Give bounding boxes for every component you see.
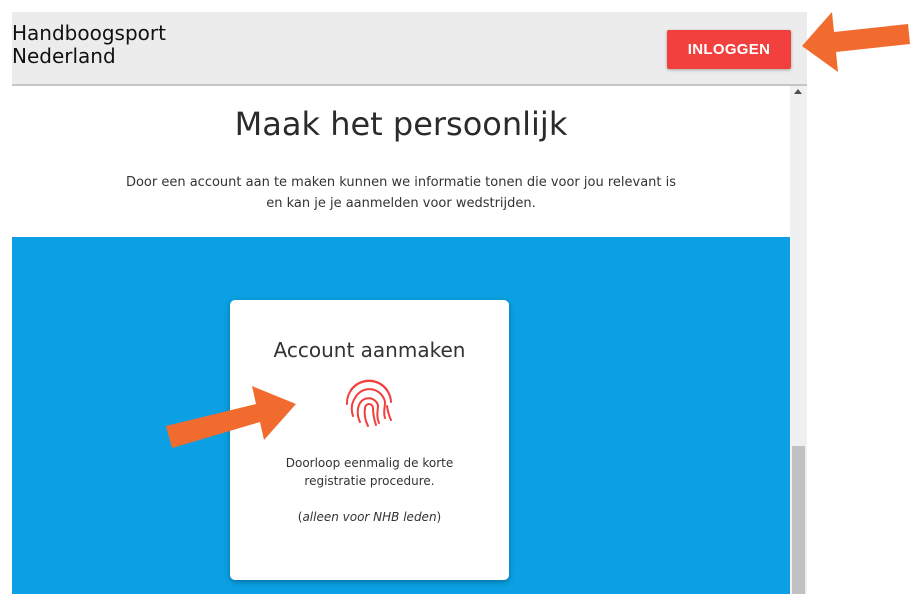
intro-line-2: en kan je je aanmelden voor wedstrijden. <box>266 196 536 211</box>
annotation-arrow-right-icon <box>802 12 910 72</box>
annotation-arrow-card-icon <box>166 386 296 448</box>
brand-line-1: Handboogsport <box>12 21 166 45</box>
scrollbar-thumb[interactable] <box>792 446 805 594</box>
card-title: Account aanmaken <box>273 338 466 362</box>
page-title: Maak het persoonlijk <box>234 105 568 143</box>
card-description: Doorloop eenmalig de korte registratie p… <box>260 454 479 490</box>
browser-viewport: Handboogsport Nederland INLOGGEN Maak he… <box>12 12 807 594</box>
site-brand[interactable]: Handboogsport Nederland <box>12 22 166 68</box>
note-text: alleen voor NHB leden <box>302 510 437 524</box>
site-header: Handboogsport Nederland INLOGGEN <box>12 12 807 86</box>
card-desc-line-2: registratie procedure. <box>304 474 435 488</box>
intro-line-1: Door een account aan te maken kunnen we … <box>125 175 677 190</box>
login-button[interactable]: INLOGGEN <box>667 30 791 69</box>
intro-text: Door een account aan te maken kunnen we … <box>52 172 750 214</box>
card-desc-line-1: Doorloop eenmalig de korte <box>285 456 454 470</box>
fingerprint-icon <box>345 379 392 427</box>
card-note: (alleen voor NHB leden) <box>230 510 509 524</box>
account-section: Account aanmaken Doorloop eenmalig de ko… <box>12 237 790 594</box>
main-content: Maak het persoonlijk Door een account aa… <box>12 86 790 594</box>
brand-line-2: Nederland <box>12 44 116 68</box>
note-close-paren: ) <box>436 510 442 524</box>
scroll-up-arrow-icon[interactable] <box>794 89 802 94</box>
vertical-scrollbar[interactable] <box>790 86 807 594</box>
